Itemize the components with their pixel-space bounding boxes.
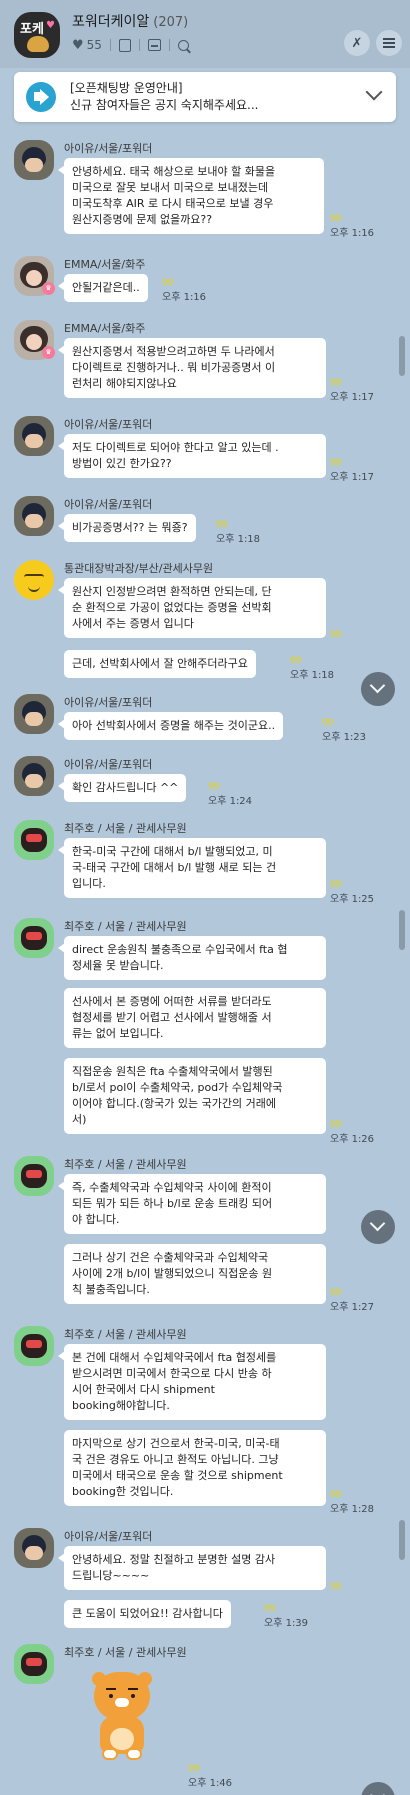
message-time: 99 오후 1:26 xyxy=(330,1120,375,1145)
notice-text: 신규 참여자들은 공지 숙지해주세요... xyxy=(70,98,259,112)
search-icon[interactable] xyxy=(177,39,189,51)
badge-icon: ♛ xyxy=(42,346,55,359)
avatar-forwarder[interactable] xyxy=(14,140,54,180)
message-bubble[interactable]: 근데, 선박회사에서 잘 안해주더라구요 xyxy=(64,650,256,678)
notice-banner[interactable]: [오픈채팅방 운영안내] 신규 참여자들은 공지 숙지해주세요... xyxy=(14,72,396,122)
message-bubble[interactable]: 원산지증명서 적용받으려고하면 두 나라에서 다이렉트로 진행하거나.. 뭐 비가… xyxy=(58,338,326,398)
avatar-forwarder[interactable] xyxy=(14,1528,54,1568)
divider xyxy=(138,39,140,51)
sender-name: 아이유/서울/포워더 xyxy=(64,142,153,155)
message-time: 99 오후 1:17 xyxy=(330,458,375,483)
scroll-down-button[interactable] xyxy=(361,1210,395,1244)
dog-icon xyxy=(27,36,49,52)
chat-area: 아이유/서울/포워더 안녕하세요. 태국 해상으로 보내야 할 화물을 미국으로 … xyxy=(0,0,410,1795)
sender-name: 최주호 / 서울 / 관세사무원 xyxy=(64,1646,187,1659)
avatar-forwarder[interactable] xyxy=(14,756,54,796)
message-time: 99 xyxy=(330,1582,342,1592)
sender-name: 아이유/서울/포워더 xyxy=(64,498,153,511)
sender-name: EMMA/서울/화주 xyxy=(64,322,146,335)
ryan-emoticon[interactable] xyxy=(90,1672,156,1762)
avatar-choi[interactable] xyxy=(14,820,54,860)
message-bubble[interactable]: 직접운송 원칙은 fta 수출체약국에서 발행된 b/l로서 pol이 수출체약국… xyxy=(64,1058,326,1134)
megaphone-icon xyxy=(26,82,56,112)
message-bubble[interactable]: 선사에서 본 증명에 어떠한 서류를 받더라도 협정세를 받기 어렵고 선사에서 … xyxy=(64,988,326,1048)
room-avatar[interactable]: 포케 ♥ xyxy=(14,12,60,58)
avatar-choi[interactable] xyxy=(14,1326,54,1366)
message-time: 99 오후 1:24 xyxy=(208,782,253,807)
message-bubble[interactable]: 안녕하세요. 태국 해상으로 보내야 할 화물을 미국으로 잘못 보내서 미국으로… xyxy=(58,158,324,234)
message-bubble[interactable]: 확인 감사드립니다 ^^ xyxy=(57,774,187,802)
menu-button[interactable] xyxy=(376,30,402,56)
scrollbar-thumb[interactable] xyxy=(399,336,405,376)
avatar-choi[interactable] xyxy=(14,918,54,958)
menu-icon xyxy=(383,38,395,48)
chat-header: 포케 ♥ 포워더케이알 (207) ♥ 55 ✗ xyxy=(0,0,410,68)
message-time: 99 오후 1:46 xyxy=(188,1764,233,1789)
notice-icon[interactable] xyxy=(118,38,131,52)
sender-name: 아이유/서울/포워더 xyxy=(64,1530,153,1543)
chevron-down-icon[interactable] xyxy=(364,84,386,106)
message-bubble[interactable]: 즉, 수출체약국과 수입체약국 사이에 환적이 되든 뭐가 되든 하나 b/l로 … xyxy=(58,1174,326,1234)
message-time: 99 오후 1:39 xyxy=(264,1604,309,1629)
message-bubble[interactable]: direct 운송원칙 불충족으로 수입국에서 fta 협 정세율 못 받습니다. xyxy=(58,936,326,980)
sender-name: 최주호 / 서울 / 관세사무원 xyxy=(64,822,187,835)
message-bubble[interactable]: 한국-미국 구간에 대해서 b/l 발행되었고, 미 국-태국 구간에 대해서 b… xyxy=(58,838,326,898)
avatar-choi[interactable] xyxy=(14,1644,54,1684)
message-bubble[interactable]: 마지막으로 상기 건으로서 한국-미국, 미국-태 국 건은 경유도 아니고 환적… xyxy=(64,1430,326,1506)
message-bubble[interactable]: 비가공증명서?? 는 뭐죵? xyxy=(58,514,196,542)
scrollbar-thumb[interactable] xyxy=(399,910,405,950)
message-bubble[interactable]: 안녕하세요. 정말 친절하고 분명한 설명 감사 드립니당~~~~ xyxy=(58,1546,326,1590)
header-toolbar: ♥ 55 xyxy=(72,36,189,54)
mute-button[interactable]: ✗ xyxy=(344,30,370,56)
message-time: 99 오후 1:16 xyxy=(162,278,207,303)
member-count: (207) xyxy=(153,15,189,30)
message-bubble[interactable]: 원산지 인정받으려면 환적하면 안되는데, 단순 환적으로 가공이 없었다는 증… xyxy=(58,578,326,638)
room-title: 포워더케이알 (207) xyxy=(72,14,189,30)
scroll-down-button[interactable] xyxy=(361,672,395,706)
avatar-choi[interactable] xyxy=(14,1156,54,1196)
message-time: 99 오후 1:25 xyxy=(330,880,375,905)
message-time: 99 xyxy=(330,630,342,640)
badge-icon: ♛ xyxy=(42,282,55,295)
message-time: 99 오후 1:16 xyxy=(330,214,375,239)
sender-name: 아이유/서울/포워더 xyxy=(64,696,153,709)
divider xyxy=(168,39,170,51)
message-time: 99 오후 1:18 xyxy=(216,520,261,545)
scrollbar-thumb[interactable] xyxy=(399,1520,405,1560)
avatar-forwarder[interactable] xyxy=(14,694,54,734)
message-bubble[interactable]: 본 건에 대해서 수입체약국에서 fta 협정세를 받으시려면 미국에서 한국으로… xyxy=(58,1344,326,1420)
sender-name: 최주호 / 서울 / 관세사무원 xyxy=(64,1328,187,1341)
avatar-forwarder[interactable] xyxy=(14,416,54,456)
bell-off-icon: ✗ xyxy=(351,35,363,51)
sender-name: 최주호 / 서울 / 관세사무원 xyxy=(64,1158,187,1171)
header-actions: ✗ xyxy=(344,30,402,56)
message-time: 99 오후 1:23 xyxy=(322,718,367,743)
scroll-down-button[interactable] xyxy=(361,1782,395,1795)
message-bubble[interactable]: 안될거같은데.. xyxy=(58,274,148,302)
sender-name: 통관대장박과장/부산/관세사무원 xyxy=(64,562,214,575)
divider xyxy=(109,39,111,51)
drawer-icon[interactable] xyxy=(147,39,161,51)
message-bubble[interactable]: 저도 다이렉트로 되어야 한다고 알고 있는데 . 방법이 있긴 한가요?? xyxy=(58,434,326,478)
sender-name: 아이유/서울/포워더 xyxy=(64,758,153,771)
message-bubble[interactable]: 그러나 상기 건은 수출체약국과 수입체약국 사이에 2개 b/l이 발행되었으니… xyxy=(64,1244,326,1304)
sender-name: EMMA/서울/화주 xyxy=(64,258,146,271)
avatar-forwarder[interactable] xyxy=(14,496,54,536)
heart-icon: ♥ xyxy=(46,20,55,31)
message-bubble[interactable]: 큰 도움이 되었어요!! 감사합니다 xyxy=(64,1600,231,1628)
message-time: 99 오후 1:17 xyxy=(330,378,375,403)
message-time: 99 오후 1:18 xyxy=(290,656,335,681)
avatar-customs-manager[interactable] xyxy=(14,560,54,600)
like-count: 55 xyxy=(86,38,102,52)
sender-name: 아이유/서울/포워더 xyxy=(64,418,153,431)
heart-icon[interactable]: ♥ xyxy=(72,38,84,53)
message-time: 99 오후 1:28 xyxy=(330,1490,375,1515)
message-bubble[interactable]: 아아 선박회사에서 증명을 해주는 것이군요.. xyxy=(57,712,284,740)
notice-title: [오픈채팅방 운영안내] xyxy=(70,81,183,95)
sender-name: 최주호 / 서울 / 관세사무원 xyxy=(64,920,187,933)
message-time: 99 오후 1:27 xyxy=(330,1288,375,1313)
